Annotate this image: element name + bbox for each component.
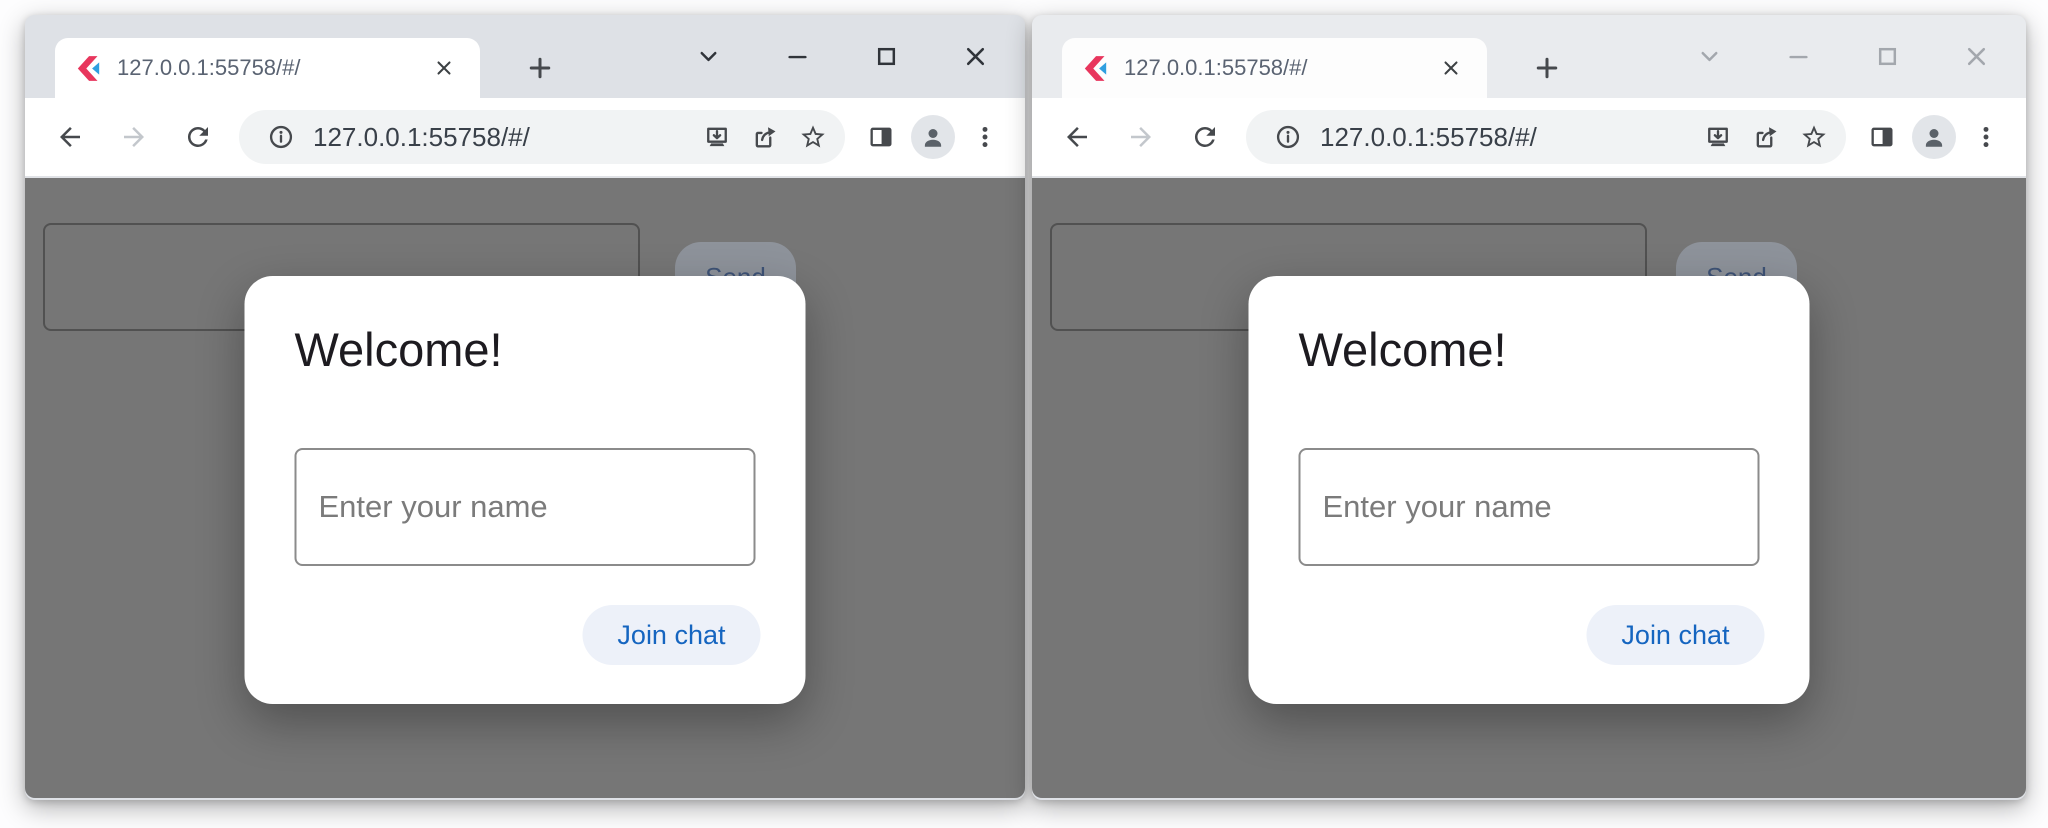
window-close-icon[interactable]: [962, 43, 989, 70]
browser-tab[interactable]: 127.0.0.1:55758/#/: [55, 38, 480, 98]
bookmark-star-icon[interactable]: [1790, 113, 1838, 161]
back-icon[interactable]: [41, 108, 99, 166]
page-content-modal-barrier[interactable]: Send Welcome! Join chat: [25, 178, 1025, 798]
profile-avatar-icon[interactable]: [911, 115, 955, 159]
forward-icon[interactable]: [105, 108, 163, 166]
browser-tab[interactable]: 127.0.0.1:55758/#/: [1062, 38, 1487, 98]
kebab-menu-icon[interactable]: [961, 113, 1009, 161]
maximize-icon[interactable]: [1874, 43, 1901, 70]
reload-icon[interactable]: [1176, 108, 1234, 166]
forward-icon[interactable]: [1112, 108, 1170, 166]
share-icon[interactable]: [741, 113, 789, 161]
tab-search-chevron-icon[interactable]: [1696, 43, 1723, 70]
browser-window-left: 127.0.0.1:55758/#/: [25, 15, 1025, 800]
profile-avatar-icon[interactable]: [1912, 115, 1956, 159]
address-bar[interactable]: 127.0.0.1:55758/#/: [239, 110, 845, 164]
page-content-modal-barrier[interactable]: Send Welcome! Join chat: [1032, 178, 2026, 798]
welcome-dialog: Welcome! Join chat: [245, 276, 806, 704]
browser-toolbar: 127.0.0.1:55758/#/: [1032, 98, 2026, 178]
url-text: 127.0.0.1:55758/#/: [313, 122, 693, 153]
tab-strip: 127.0.0.1:55758/#/: [1032, 15, 2026, 98]
browser-toolbar: 127.0.0.1:55758/#/: [25, 98, 1025, 178]
reload-icon[interactable]: [169, 108, 227, 166]
new-tab-icon[interactable]: [1524, 45, 1570, 91]
tab-close-icon[interactable]: [1433, 50, 1469, 86]
dialog-title: Welcome!: [295, 322, 503, 377]
install-app-icon[interactable]: [1694, 113, 1742, 161]
tab-title: 127.0.0.1:55758/#/: [117, 55, 426, 81]
install-app-icon[interactable]: [693, 113, 741, 161]
side-panel-icon[interactable]: [857, 113, 905, 161]
welcome-dialog: Welcome! Join chat: [1249, 276, 1810, 704]
site-info-icon[interactable]: [259, 115, 303, 159]
back-icon[interactable]: [1048, 108, 1106, 166]
tab-close-icon[interactable]: [426, 50, 462, 86]
tab-strip: 127.0.0.1:55758/#/: [25, 15, 1025, 98]
tab-title: 127.0.0.1:55758/#/: [1124, 55, 1433, 81]
name-input[interactable]: [295, 448, 756, 566]
window-close-icon[interactable]: [1963, 43, 1990, 70]
window-controls: [695, 15, 989, 98]
flutter-favicon-icon: [1082, 55, 1109, 82]
minimize-icon[interactable]: [1785, 43, 1812, 70]
maximize-icon[interactable]: [873, 43, 900, 70]
flutter-favicon-icon: [75, 55, 102, 82]
kebab-menu-icon[interactable]: [1962, 113, 2010, 161]
browser-window-right: 127.0.0.1:55758/#/: [1032, 15, 2026, 800]
new-tab-icon[interactable]: [517, 45, 563, 91]
tab-search-chevron-icon[interactable]: [695, 43, 722, 70]
name-input[interactable]: [1299, 448, 1760, 566]
bookmark-star-icon[interactable]: [789, 113, 837, 161]
url-text: 127.0.0.1:55758/#/: [1320, 122, 1694, 153]
share-icon[interactable]: [1742, 113, 1790, 161]
site-info-icon[interactable]: [1266, 115, 1310, 159]
side-panel-icon[interactable]: [1858, 113, 1906, 161]
join-chat-button[interactable]: Join chat: [582, 605, 760, 665]
dialog-title: Welcome!: [1299, 322, 1507, 377]
address-bar[interactable]: 127.0.0.1:55758/#/: [1246, 110, 1846, 164]
join-chat-button[interactable]: Join chat: [1586, 605, 1764, 665]
minimize-icon[interactable]: [784, 43, 811, 70]
window-controls: [1696, 15, 1990, 98]
